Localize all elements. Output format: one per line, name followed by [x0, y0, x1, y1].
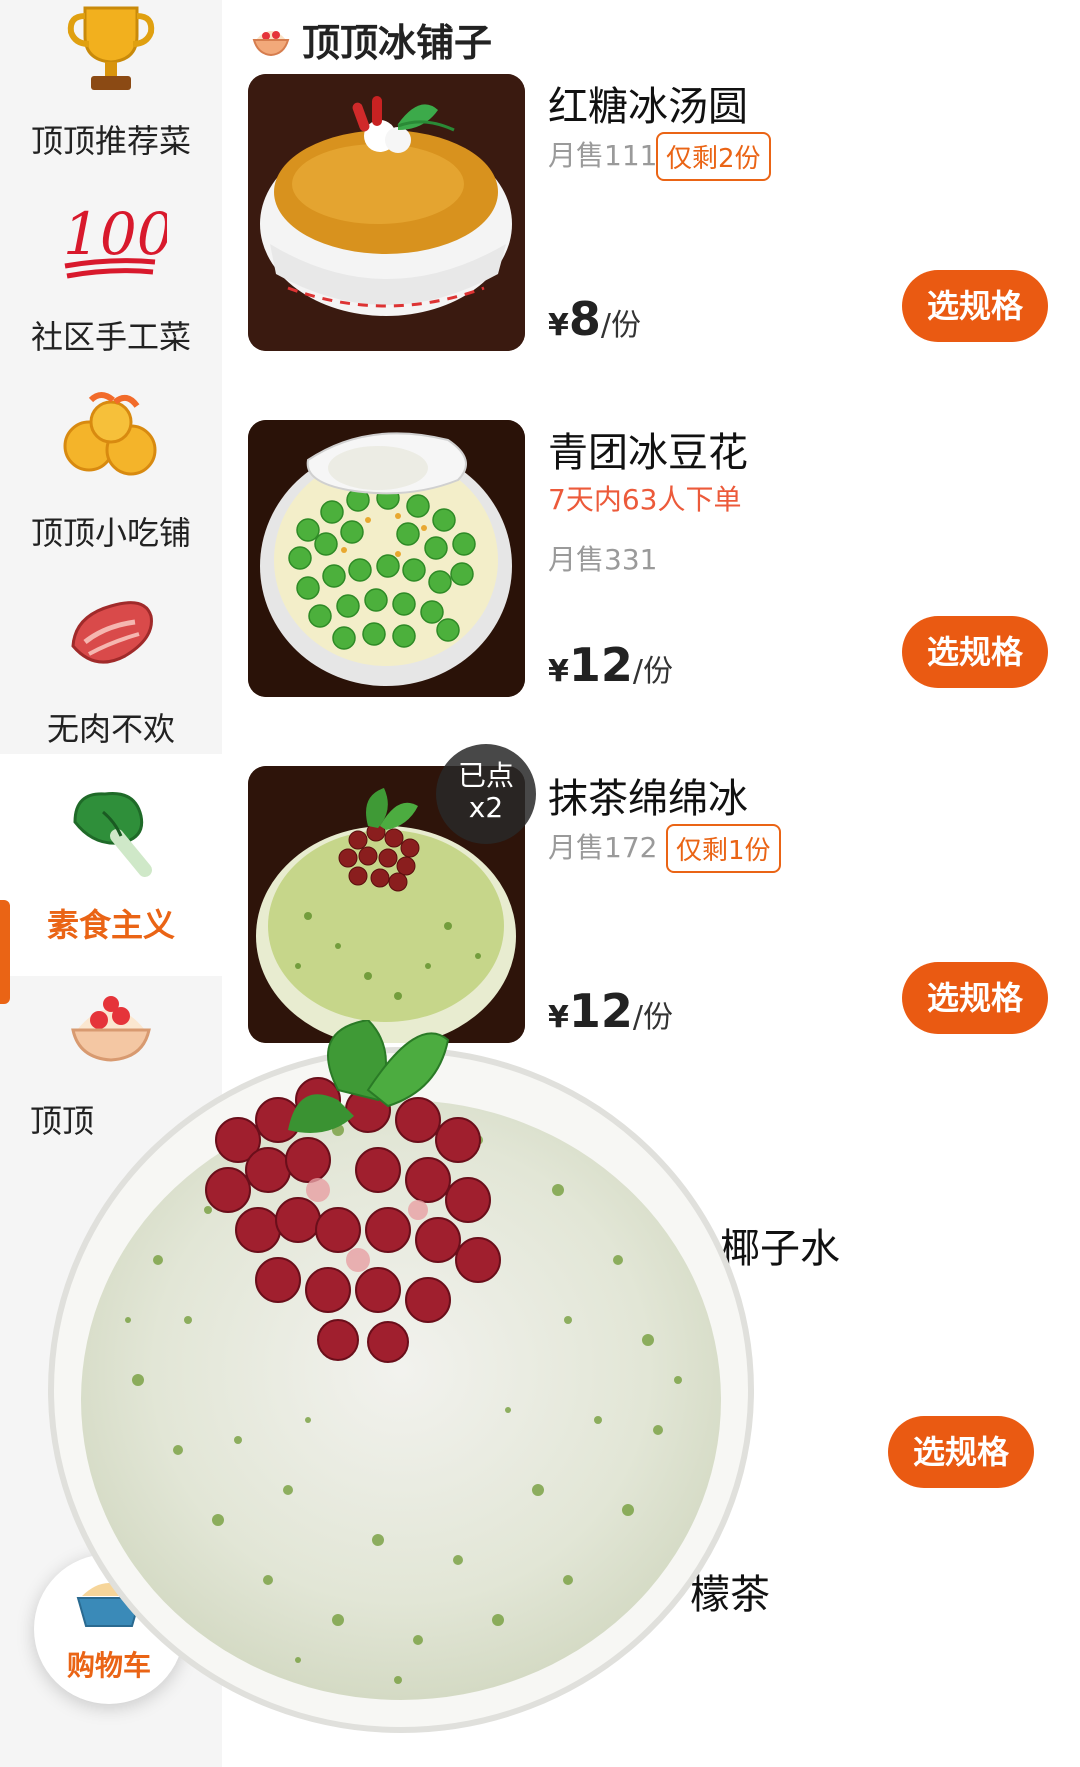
sidebar-item-meat[interactable]: 无肉不欢: [0, 558, 222, 780]
price-currency: ¥: [548, 308, 569, 343]
stock-tag: 仅剩1份: [666, 824, 781, 873]
dish-card[interactable]: 已点 x2 抹茶绵绵冰 月售172 仅剩1份 ¥12/份 选规格: [248, 744, 1048, 1046]
price-unit: /份: [632, 654, 673, 689]
shaved-ice-icon: [252, 31, 290, 57]
trophy-icon: [67, 6, 155, 90]
ordered-quantity: x2: [468, 791, 504, 824]
sidebar-item-snacks[interactable]: 顶顶小吃铺: [0, 362, 222, 584]
sidebar-item-community[interactable]: 100 社区手工菜: [0, 166, 222, 388]
monthly-sales: 月售331: [548, 543, 658, 576]
meat-icon: [71, 601, 153, 664]
dish-name: 红糖冰汤圆: [548, 84, 748, 130]
select-spec-button[interactable]: 选规格: [888, 1416, 1034, 1488]
price: ¥12/份: [548, 638, 673, 692]
dish-name: 青团冰豆花: [548, 430, 748, 476]
sidebar-item-label: 无肉不欢: [46, 710, 175, 748]
dish-card[interactable]: 青团冰豆花 7天内63人下单 月售331 ¥12/份 选规格: [248, 420, 1048, 700]
dish-image[interactable]: [248, 74, 525, 351]
select-spec-button[interactable]: 选规格: [902, 962, 1048, 1034]
price-amount: 12: [568, 638, 633, 692]
section-title: 顶顶冰铺子: [302, 21, 493, 65]
stock-tag: 仅剩2份: [656, 132, 771, 181]
sidebar-item-vegetarian[interactable]: 素食主义: [0, 754, 222, 976]
shrimp-snack-icon: [63, 392, 157, 476]
monthly-sales: 月售111: [548, 139, 658, 172]
dish-image-zoom-overlay[interactable]: [38, 1020, 764, 1740]
sidebar-item-label: 顶顶推荐菜: [30, 122, 191, 160]
price-amount: 8: [568, 292, 601, 346]
select-spec-button[interactable]: 选规格: [902, 616, 1048, 688]
sidebar-item-label: 顶顶小吃铺: [30, 514, 191, 552]
dish-image[interactable]: [248, 420, 525, 697]
price-currency: ¥: [548, 654, 569, 689]
price: ¥8/份: [548, 292, 641, 346]
price-unit: /份: [600, 308, 641, 343]
vegetable-icon: [73, 791, 152, 877]
sidebar-item-label: 素食主义: [46, 906, 175, 944]
dish-card[interactable]: 红糖冰汤圆 月售111 仅剩2份 ¥8/份 选规格: [248, 74, 1048, 354]
ordered-label: 已点: [457, 759, 514, 792]
sidebar-item-recommended[interactable]: 顶顶推荐菜: [0, 0, 222, 192]
ordered-count-badge: 已点 x2: [436, 744, 536, 844]
hundred-points-icon: 100: [63, 200, 167, 279]
select-spec-button[interactable]: 选规格: [902, 270, 1048, 342]
svg-text:100: 100: [63, 200, 167, 268]
order-popularity: 7天内63人下单: [548, 483, 742, 516]
monthly-sales: 月售172: [548, 831, 658, 864]
sidebar-item-label: 社区手工菜: [30, 318, 191, 356]
dish-name: 抹茶绵绵冰: [548, 776, 748, 822]
